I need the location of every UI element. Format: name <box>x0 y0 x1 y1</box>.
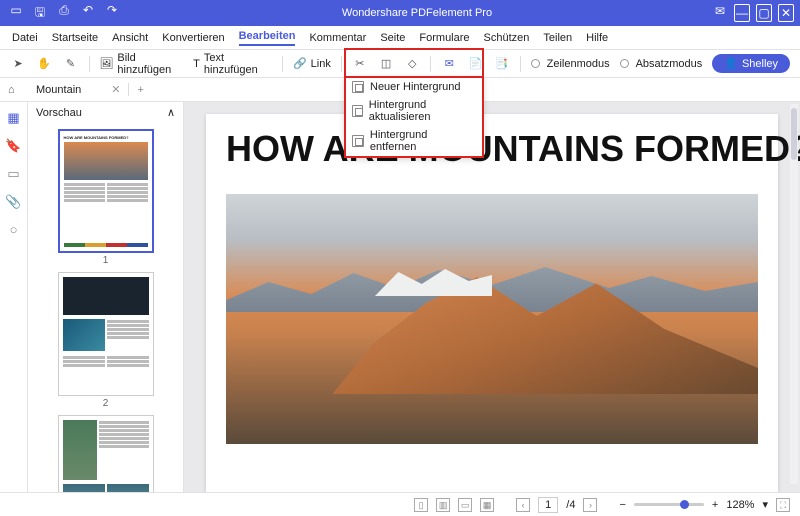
mail-icon[interactable]: ✉ <box>712 4 728 22</box>
bookmarks-icon[interactable]: 🔖 <box>5 138 21 154</box>
zoom-slider-knob[interactable] <box>680 500 689 509</box>
app-title: Wondershare PDFelement Pro <box>128 7 706 19</box>
bates-icon[interactable]: 📑 <box>494 55 510 73</box>
menu-formulare[interactable]: Formulare <box>419 32 469 44</box>
page-current[interactable]: 1 <box>538 497 558 513</box>
zoom-dropdown-icon[interactable]: ▾ <box>762 498 768 511</box>
view-two-page-icon[interactable]: ▭ <box>458 498 472 512</box>
thumbnail-list: HOW ARE MOUNTAINS FORMED? 1 <box>28 123 183 516</box>
statusbar: ▯ ▥ ▭ ▦ ‹ 1 /4 › − + 128% ▾ ⛶ <box>0 492 800 516</box>
minimize-button[interactable]: ― <box>734 4 750 22</box>
zoom-slider[interactable] <box>634 503 704 506</box>
thumbnails-icon[interactable]: ▦ <box>7 110 19 126</box>
thumbnail-1[interactable]: HOW ARE MOUNTAINS FORMED? 1 <box>58 129 154 266</box>
user-icon: 👤 <box>724 57 738 70</box>
link-icon: 🔗 <box>293 57 307 70</box>
add-image-button[interactable]: 🖼Bild hinzufügen <box>99 52 183 76</box>
titlebar-quick-icons: ▭ 🖫 ⎙ ↶ ↷ <box>0 3 128 24</box>
menu-seite[interactable]: Seite <box>380 32 405 44</box>
doc-icon <box>352 105 363 117</box>
dropdown-remove-background[interactable]: Hintergrund entfernen <box>346 126 482 156</box>
dropdown-new-background[interactable]: Neuer Hintergrund <box>346 78 482 96</box>
select-tool-icon[interactable]: ➤ <box>10 55 26 73</box>
document-tab[interactable]: Mountain ✕ <box>28 83 129 96</box>
fullscreen-icon[interactable]: ⛶ <box>776 498 790 512</box>
canvas-area[interactable]: HOW ARE MOUNTAINS FORMED? <box>184 102 800 516</box>
workspace: ▦ 🔖 ▭ 📎 ○ Vorschau ∧ HOW ARE MOUNTAINS F… <box>0 102 800 516</box>
text-icon: T <box>193 58 200 70</box>
separator <box>341 56 342 72</box>
zoom-label: 128% <box>726 499 754 511</box>
thumbnail-2[interactable]: 2 <box>58 272 154 409</box>
menu-konvertieren[interactable]: Konvertieren <box>162 32 224 44</box>
menu-teilen[interactable]: Teilen <box>543 32 572 44</box>
highlight-box <box>344 48 484 76</box>
view-continuous-icon[interactable]: ▥ <box>436 498 450 512</box>
thumbnail-panel: Vorschau ∧ HOW ARE MOUNTAINS FORMED? 1 <box>28 102 184 516</box>
menubar: Datei Startseite Ansicht Konvertieren Be… <box>0 26 800 50</box>
tab-close-icon[interactable]: ✕ <box>111 83 120 96</box>
attachments-icon[interactable]: 📎 <box>5 194 21 210</box>
menu-ansicht[interactable]: Ansicht <box>112 32 148 44</box>
menu-schuetzen[interactable]: Schützen <box>484 32 530 44</box>
titlebar-right-icons: ✉ ― ▢ ✕ <box>706 4 800 22</box>
document-headline[interactable]: HOW ARE MOUNTAINS FORMED? <box>226 128 758 170</box>
paragraph-mode-radio[interactable]: Absatzmodus <box>620 58 703 70</box>
separator <box>520 56 521 72</box>
maximize-button[interactable]: ▢ <box>756 4 772 22</box>
search-rail-icon[interactable]: ○ <box>10 222 18 237</box>
save-icon[interactable]: 🖫 <box>32 3 48 24</box>
menu-bearbeiten[interactable]: Bearbeiten <box>239 30 296 46</box>
page-total: /4 <box>566 499 575 511</box>
titlebar: ▭ 🖫 ⎙ ↶ ↷ Wondershare PDFelement Pro ✉ ―… <box>0 0 800 26</box>
thumbnail-header: Vorschau ∧ <box>28 102 183 123</box>
hand-tool-icon[interactable]: ✋ <box>36 55 52 73</box>
zoom-out-button[interactable]: − <box>619 499 625 511</box>
radio-icon <box>531 59 540 68</box>
app-logo-icon: ▭ <box>8 3 24 24</box>
separator <box>282 56 283 72</box>
view-two-continuous-icon[interactable]: ▦ <box>480 498 494 512</box>
doc-icon <box>352 81 364 93</box>
image-icon: 🖼 <box>99 57 113 70</box>
add-tab-button[interactable]: + <box>129 84 151 96</box>
tab-label: Mountain <box>36 84 81 96</box>
prev-page-button[interactable]: ‹ <box>516 498 530 512</box>
scrollbar-thumb[interactable] <box>791 108 797 160</box>
redo-icon[interactable]: ↷ <box>104 3 120 24</box>
close-button[interactable]: ✕ <box>778 4 794 22</box>
separator <box>89 56 90 72</box>
thumbnail-title: Vorschau <box>36 107 82 119</box>
side-rail: ▦ 🔖 ▭ 📎 ○ <box>0 102 28 516</box>
link-button[interactable]: 🔗Link <box>293 57 331 70</box>
print-icon[interactable]: ⎙ <box>56 3 72 24</box>
comments-icon[interactable]: ▭ <box>7 166 19 182</box>
next-page-button[interactable]: › <box>583 498 597 512</box>
menu-hilfe[interactable]: Hilfe <box>586 32 608 44</box>
line-mode-radio[interactable]: Zeilenmodus <box>531 58 610 70</box>
document-page[interactable]: HOW ARE MOUNTAINS FORMED? <box>206 114 778 504</box>
background-dropdown: Neuer Hintergrund Hintergrund aktualisie… <box>344 76 484 158</box>
add-text-button[interactable]: TText hinzufügen <box>193 52 272 76</box>
document-hero-image[interactable] <box>226 194 758 444</box>
menu-datei[interactable]: Datei <box>12 32 38 44</box>
undo-icon[interactable]: ↶ <box>80 3 96 24</box>
menu-kommentar[interactable]: Kommentar <box>309 32 366 44</box>
menu-startseite[interactable]: Startseite <box>52 32 98 44</box>
zoom-in-button[interactable]: + <box>712 499 718 511</box>
dropdown-update-background[interactable]: Hintergrund aktualisieren <box>346 96 482 126</box>
vertical-scrollbar[interactable] <box>790 104 798 484</box>
user-pill[interactable]: 👤Shelley <box>712 54 790 73</box>
view-single-icon[interactable]: ▯ <box>414 498 428 512</box>
home-tab-icon[interactable]: ⌂ <box>8 84 15 96</box>
collapse-panel-icon[interactable]: ∧ <box>167 106 175 119</box>
doc-icon <box>352 135 364 147</box>
radio-icon <box>620 59 629 68</box>
edit-tool-icon[interactable]: ✎ <box>62 55 78 73</box>
